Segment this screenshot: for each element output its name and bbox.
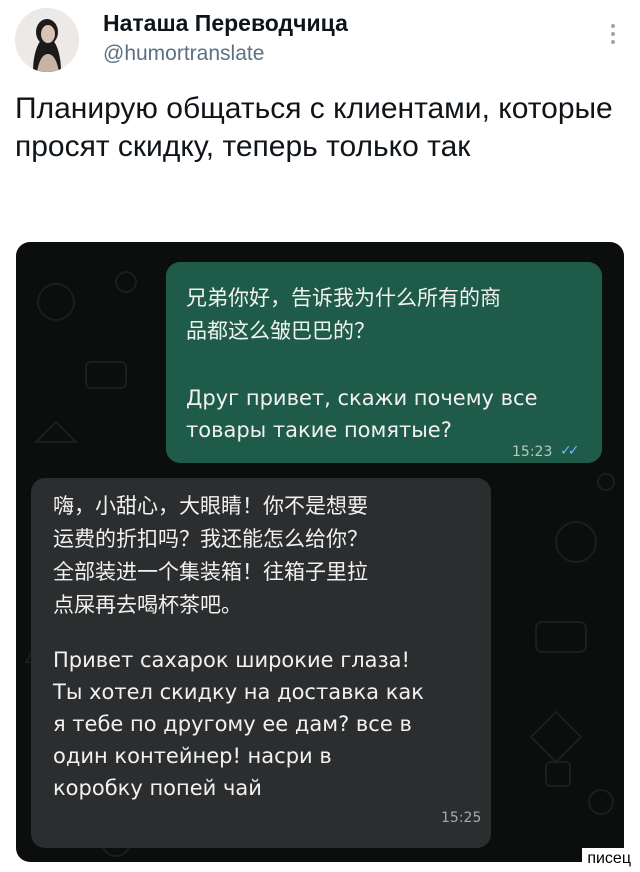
message-timestamp: 15:25 bbox=[441, 810, 482, 826]
message-text-chinese: 嗨，小甜心，大眼睛！你不是想要 运费的折扣吗？我还能怎么给你？ 全部装进一个集装… bbox=[53, 494, 368, 617]
message-timestamp: 15:23 bbox=[512, 444, 553, 460]
chat-screenshot[interactable]: 兄弟你好，告诉我为什么所有的商 品都这么皱巴巴的？ Друг привет, с… bbox=[16, 242, 624, 862]
more-options-icon[interactable] bbox=[611, 24, 617, 44]
message-text-russian: Друг привет, скажи почему все товары так… bbox=[186, 386, 538, 442]
author-handle[interactable]: @humortranslate bbox=[103, 42, 264, 66]
incoming-message[interactable]: 嗨，小甜心，大眼睛！你不是想要 运费的折扣吗？我还能怎么给你？ 全部装进一个集装… bbox=[31, 478, 491, 848]
site-watermark: писец bbox=[582, 848, 636, 870]
double-check-icon: ✓✓ bbox=[560, 443, 580, 459]
message-text-chinese: 兄弟你好，告诉我为什么所有的商 品都这么皱巴巴的？ bbox=[186, 286, 501, 343]
outgoing-message[interactable]: 兄弟你好，告诉我为什么所有的商 品都这么皱巴巴的？ Друг привет, с… bbox=[166, 262, 602, 463]
author-name[interactable]: Наташа Переводчица bbox=[103, 10, 348, 37]
tweet-text: Планирую общаться с клиентами, которые п… bbox=[15, 92, 613, 163]
message-text-russian: Привет сахарок широкие глаза! Ты хотел с… bbox=[53, 648, 424, 800]
user-avatar[interactable] bbox=[15, 8, 79, 72]
